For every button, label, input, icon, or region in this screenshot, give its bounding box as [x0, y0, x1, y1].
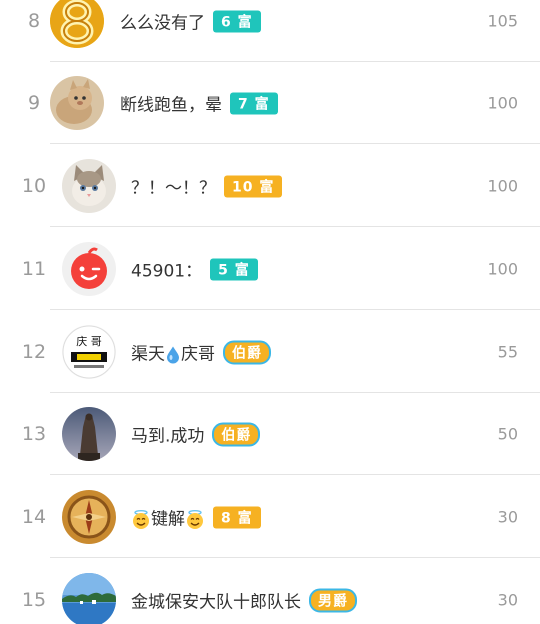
score: 30 [497, 590, 518, 610]
name-group: 键解 8 富 [131, 505, 261, 530]
ranking-row[interactable]: 9 断线跑鱼，晕 7 富 100 [0, 62, 540, 144]
name-group: 么么没有了 6 富 [120, 9, 261, 34]
ranking-row[interactable]: 11 45901： 5 富 100 [0, 228, 540, 310]
name-group: 45901： 5 富 [131, 257, 258, 282]
name-group: ？！～！？ 10 富 [131, 174, 283, 199]
score: 100 [487, 259, 518, 279]
divider [50, 309, 540, 310]
user-name[interactable]: ？！～！？ [131, 174, 216, 199]
name-group: 渠天 庆哥 伯爵 [131, 340, 271, 365]
avatar[interactable] [62, 573, 116, 624]
avatar[interactable] [50, 0, 104, 48]
water-drop-icon [167, 346, 179, 364]
rich-level-badge: 7 富 [230, 92, 278, 114]
ranking-row[interactable]: 8 么么没有了 6 富 105 [0, 0, 540, 62]
halo-smile-icon [187, 510, 203, 529]
kitten-icon [62, 159, 116, 213]
name-group: 断线跑鱼，晕 7 富 [120, 91, 278, 116]
ranking-row[interactable]: 14 键解 8 富 30 [0, 476, 540, 558]
gold-8-icon [50, 0, 104, 48]
ranking-row[interactable]: 13 马到.成功 伯爵 50 [0, 393, 540, 475]
ranking-row[interactable]: 12 庆 哥 渠天 庆哥 伯爵 55 [0, 311, 540, 393]
rank-number: 10 [21, 175, 47, 197]
avatar[interactable] [62, 242, 116, 296]
user-name[interactable]: 么么没有了 [120, 9, 205, 34]
user-name-part-1: 渠天 [131, 344, 165, 365]
rank-number: 14 [21, 506, 47, 528]
qingge-logo-icon: 庆 哥 [62, 325, 116, 379]
rank-number: 11 [21, 258, 47, 280]
rich-level-badge: 8 富 [213, 506, 261, 528]
statue-icon [62, 407, 116, 461]
avatar[interactable] [62, 407, 116, 461]
rank-number: 15 [21, 589, 47, 611]
halo-smile-icon [133, 510, 149, 529]
noble-rank-badge: 伯爵 [212, 422, 261, 446]
score: 100 [487, 93, 518, 113]
compass-icon [62, 490, 116, 544]
score: 100 [487, 176, 518, 196]
score: 50 [497, 424, 518, 444]
user-name[interactable]: 45901： [131, 257, 202, 282]
user-name-part-2: 庆哥 [181, 344, 215, 365]
user-name-text: 键解 [151, 509, 185, 530]
red-face-icon [62, 242, 116, 296]
avatar[interactable] [62, 159, 116, 213]
user-name[interactable]: 键解 [131, 505, 205, 530]
rank-number: 13 [21, 423, 47, 445]
ranking-row[interactable]: 15 金城保安大队十郎队长 男爵 30 [0, 559, 540, 624]
cat-icon [50, 76, 104, 130]
lake-icon [62, 573, 116, 624]
avatar[interactable] [50, 76, 104, 130]
rich-level-badge: 5 富 [210, 258, 258, 280]
avatar[interactable]: 庆 哥 [62, 325, 116, 379]
user-name[interactable]: 金城保安大队十郎队长 [131, 588, 301, 613]
noble-rank-badge: 伯爵 [223, 340, 271, 364]
name-group: 马到.成功 伯爵 [131, 422, 261, 447]
divider [50, 557, 540, 558]
divider [50, 143, 540, 144]
rich-level-badge: 6 富 [213, 10, 261, 32]
divider [50, 226, 540, 227]
avatar-logo-text: 庆 哥 [76, 334, 102, 348]
score: 105 [487, 11, 518, 31]
noble-rank-badge: 男爵 [309, 588, 357, 612]
user-name[interactable]: 马到.成功 [131, 422, 204, 447]
user-name[interactable]: 渠天 庆哥 [131, 340, 215, 365]
score: 55 [497, 342, 518, 362]
rank-number: 12 [21, 341, 47, 363]
name-group: 金城保安大队十郎队长 男爵 [131, 588, 357, 613]
avatar[interactable] [62, 490, 116, 544]
ranking-row[interactable]: 10 ？！～！？ 10 富 100 [0, 145, 540, 227]
ranking-list: 8 么么没有了 6 富 105 9 断线跑鱼，晕 7 富 100 10 ？！～！… [0, 0, 540, 624]
rich-level-badge: 10 富 [224, 175, 283, 197]
score: 30 [497, 507, 518, 527]
divider [50, 474, 540, 475]
user-name[interactable]: 断线跑鱼，晕 [120, 91, 222, 116]
